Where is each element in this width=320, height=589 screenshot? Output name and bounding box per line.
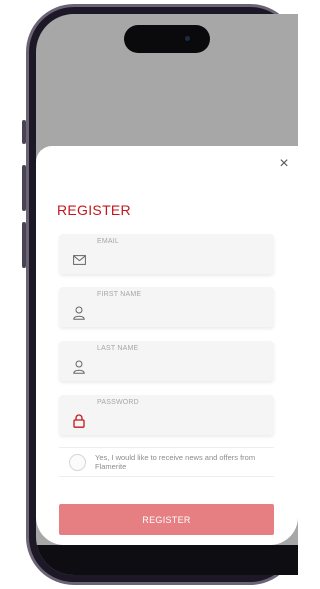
lock-icon: [72, 414, 86, 428]
password-label: PASSWORD: [97, 399, 139, 406]
volume-up-button: [22, 165, 26, 211]
register-modal: × REGISTER EMAIL FIRST NAME LAST NAME PA…: [36, 146, 298, 545]
last-name-label: LAST NAME: [97, 345, 139, 352]
consent-text: Yes, I would like to receive news and of…: [95, 453, 256, 471]
camera-dot: [185, 36, 190, 41]
last-name-field[interactable]: LAST NAME: [59, 341, 274, 381]
email-field[interactable]: EMAIL: [59, 234, 274, 274]
email-label: EMAIL: [97, 238, 120, 245]
user-icon: [72, 306, 86, 320]
dynamic-island: [124, 25, 210, 53]
user-icon: [72, 360, 86, 374]
first-name-label: FIRST NAME: [97, 291, 142, 298]
register-button[interactable]: REGISTER: [59, 504, 274, 535]
mail-icon: [72, 253, 86, 267]
phone-screen: × REGISTER EMAIL FIRST NAME LAST NAME PA…: [36, 14, 298, 575]
newsletter-consent: Yes, I would like to receive news and of…: [59, 447, 274, 477]
consent-radio[interactable]: [69, 454, 86, 471]
first-name-field[interactable]: FIRST NAME: [59, 287, 274, 327]
volume-down-button: [22, 222, 26, 268]
close-icon: ×: [279, 155, 289, 172]
modal-title: REGISTER: [57, 202, 131, 218]
screen-bottom-bar: [36, 545, 298, 575]
mute-switch: [22, 120, 26, 144]
close-button[interactable]: ×: [276, 156, 292, 172]
password-field[interactable]: PASSWORD: [59, 395, 274, 435]
